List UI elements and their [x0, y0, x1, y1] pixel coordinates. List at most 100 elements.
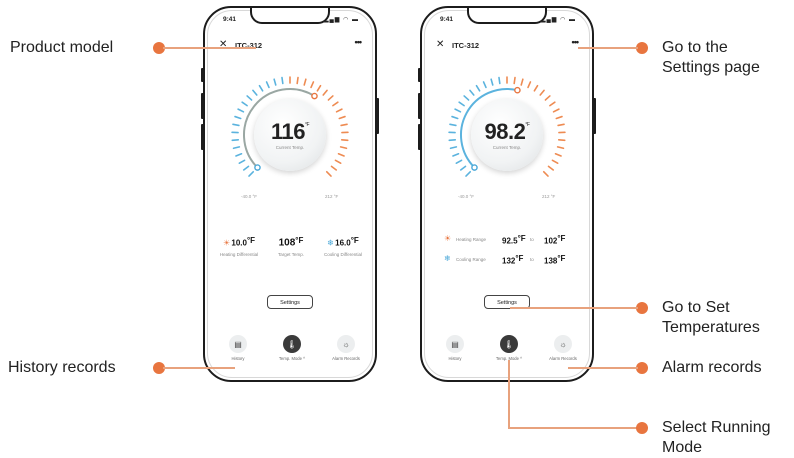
- top-bar: ✕ ITC-312 •••: [219, 37, 363, 52]
- gauge-tick: [339, 146, 348, 150]
- gauge-tick: [246, 95, 253, 101]
- gauge-tick: [232, 146, 241, 150]
- bottom-nav: ▤ History 🌡 Temp. Mode ^ ☼ Alarm Records: [430, 335, 584, 369]
- gauge-tick: [544, 95, 551, 101]
- gauge-knob: [311, 92, 318, 100]
- gauge-tick: [248, 170, 255, 177]
- heating-differential: ☀ 10.0°F Heating Differential: [219, 236, 259, 257]
- callout-line: [568, 367, 638, 369]
- temperature-gauge: 116°F Current Temp. -40.0 °F 212 °F: [211, 63, 369, 203]
- gauge-tick: [303, 78, 307, 86]
- gauge-min: -40.0 °F: [458, 194, 475, 199]
- gauge-tick: [490, 78, 494, 86]
- gauge-tick: [469, 89, 475, 96]
- thermometer-icon: 🌡: [500, 335, 518, 353]
- gauge-tick: [556, 146, 565, 150]
- gauge-tick: [513, 76, 516, 85]
- gauge-tick: [448, 138, 457, 142]
- nav-alarm-records[interactable]: ☼ Alarm Records: [538, 335, 588, 361]
- sun-icon: ☀: [222, 238, 231, 248]
- gauge-tick: [498, 76, 501, 85]
- status-icons: ▂▄▆ ◠ ▬: [323, 17, 359, 23]
- gauge-tick: [340, 138, 349, 142]
- status-icons: ▂▄▆ ◠ ▬: [540, 17, 576, 23]
- gauge-tick: [296, 76, 299, 85]
- callout-line: [510, 307, 638, 309]
- current-temp-caption: Current Temp.: [492, 145, 522, 150]
- gauge-tick: [252, 89, 258, 96]
- gauge-tick: [451, 115, 459, 120]
- gauge-tick: [231, 138, 240, 142]
- gauge-tick: [449, 146, 458, 150]
- gauge-tick: [551, 159, 559, 165]
- more-icon[interactable]: •••: [355, 37, 363, 47]
- nav-alarm-records[interactable]: ☼ Alarm Records: [321, 335, 371, 361]
- nav-temp-mode[interactable]: 🌡 Temp. Mode ^: [484, 335, 534, 361]
- gauge-tick: [265, 81, 270, 89]
- temperature-gauge: 98.2°F Current Temp. -40.0 °F 212 °F: [428, 63, 586, 203]
- gauge-tick: [552, 108, 560, 113]
- callout-line: [578, 47, 638, 49]
- heating-range-row: ☀ Heating Range 92.5°F to 102°F: [444, 234, 566, 246]
- gauge-tick: [459, 165, 467, 171]
- close-icon[interactable]: ✕: [436, 39, 444, 51]
- gauge-tick: [332, 101, 339, 107]
- gauge-tick: [527, 81, 532, 89]
- callout-dot: [636, 422, 648, 434]
- nav-temp-mode[interactable]: 🌡 Temp. Mode ^: [267, 335, 317, 361]
- bottom-nav: ▤ History 🌡 Temp. Mode ^ ☼ Alarm Records: [213, 335, 367, 369]
- gauge-max: 212 °F: [542, 194, 556, 199]
- callout-set-temperatures: Go to Set Temperatures: [662, 299, 760, 336]
- gauge-tick: [310, 81, 315, 89]
- gauge-tick: [547, 165, 555, 171]
- gauge-tick: [335, 108, 343, 113]
- gauge-tick: [452, 152, 460, 157]
- gauge-knob: [471, 164, 478, 171]
- callout-select-mode: Select Running Mode: [662, 419, 771, 456]
- nav-history[interactable]: ▤ History: [213, 335, 263, 361]
- gauge-tick: [542, 170, 549, 177]
- more-icon[interactable]: •••: [572, 37, 580, 47]
- notch: [467, 8, 547, 24]
- callout-go-settings: Go to the Settings page: [662, 39, 760, 76]
- gauge-tick: [555, 115, 563, 120]
- history-icon: ▤: [229, 335, 247, 353]
- gauge-tick: [322, 89, 328, 96]
- product-model: ITC-312: [452, 41, 480, 50]
- gauge-tick: [327, 95, 334, 101]
- callout-line: [508, 360, 510, 428]
- gauge-tick: [557, 123, 565, 127]
- gauge-tick: [232, 123, 240, 127]
- current-temp-caption: Current Temp.: [275, 145, 305, 150]
- gauge-tick: [337, 152, 345, 157]
- gauge-tick: [463, 95, 470, 101]
- gauge-tick: [549, 101, 556, 107]
- callout-history-records: History records: [8, 359, 116, 376]
- gauge-tick: [539, 89, 545, 96]
- gauge-tick: [475, 84, 481, 92]
- gauge-tick: [338, 115, 346, 120]
- gauge-tick: [241, 101, 248, 107]
- gauge-tick: [330, 165, 338, 171]
- gauge-tick: [482, 81, 487, 89]
- gauge-tick: [554, 152, 562, 157]
- close-icon[interactable]: ✕: [219, 39, 227, 51]
- gauge-tick: [325, 170, 332, 177]
- phone-left: 9:41 ▂▄▆ ◠ ▬ ✕ ITC-312 ••• 116°F Current…: [201, 6, 379, 382]
- status-time: 9:41: [223, 16, 237, 23]
- gauge-tick: [458, 101, 465, 107]
- gauge-tick: [557, 138, 566, 142]
- gauge-tick: [273, 78, 277, 86]
- callout-line: [508, 427, 638, 429]
- notch: [250, 8, 330, 24]
- gauge-tick: [340, 123, 348, 127]
- nav-history[interactable]: ▤ History: [430, 335, 480, 361]
- cooling-range-row: ❄ Cooling Range 132°F to 138°F: [444, 254, 566, 266]
- gauge-tick: [242, 165, 250, 171]
- thermometer-icon: 🌡: [283, 335, 301, 353]
- settings-button[interactable]: Settings: [267, 295, 313, 309]
- gauge-tick: [281, 76, 284, 85]
- target-temp: 108°F Target Temp.: [278, 236, 304, 257]
- gauge-tick: [533, 84, 539, 92]
- cooling-differential: ❄ 16.0°F Cooling Differential: [324, 236, 362, 257]
